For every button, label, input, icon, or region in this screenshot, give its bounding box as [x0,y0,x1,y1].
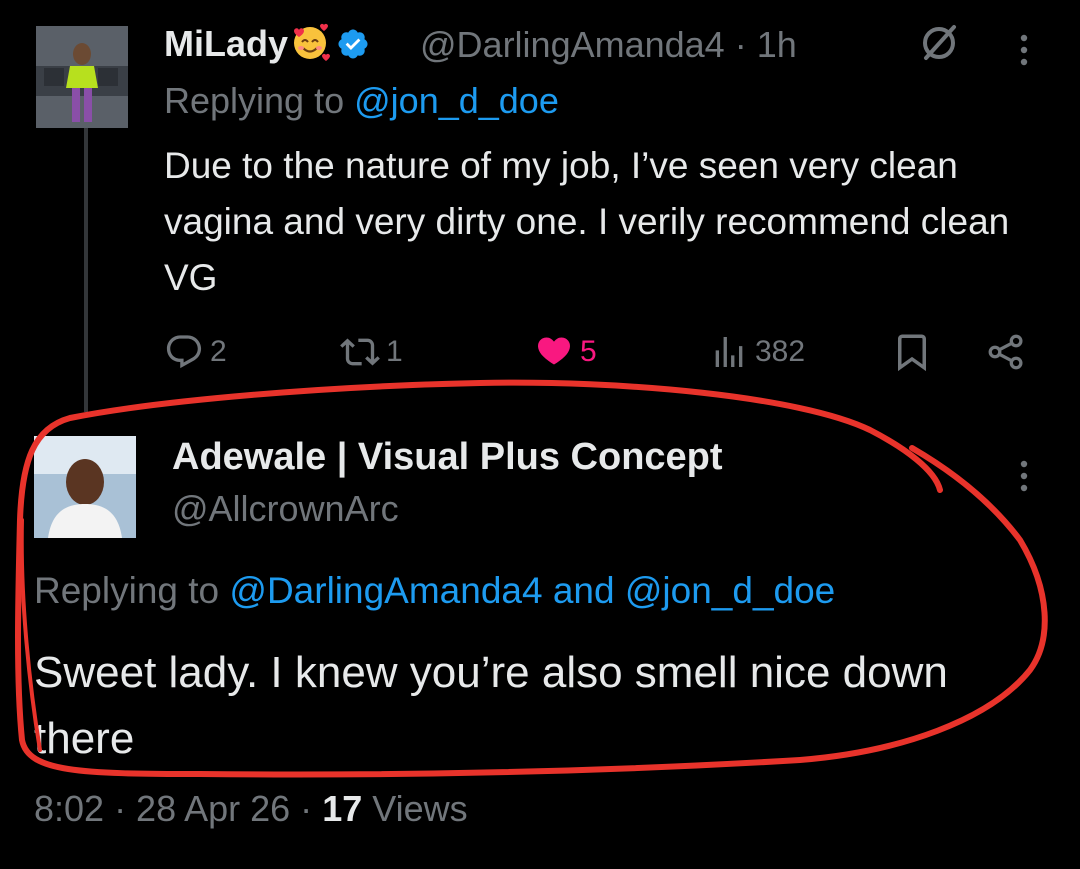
views-button[interactable]: 382 [709,330,805,374]
repost-button[interactable]: 1 [340,330,403,374]
tweet-metadata: 8:02 · 28 Apr 26 · 17 Views [34,788,468,830]
views-count: 382 [755,335,806,368]
replying-to-line: Replying to @jon_d_doe [164,80,559,122]
mention-link[interactable]: @jon_d_doe [625,570,835,611]
mention-link[interactable]: @DarlingAmanda4 [229,570,542,611]
mention-link[interactable]: @jon_d_doe [354,80,559,121]
analytics-icon [715,337,743,367]
heart-icon [538,337,570,365]
display-name-text: MiLady [164,23,289,64]
repost-icon [340,338,380,366]
grok-icon[interactable] [914,18,964,68]
like-count: 5 [580,335,597,368]
thread-connector-line [84,126,88,412]
reply-count: 2 [210,335,227,368]
verified-badge-icon [338,29,368,59]
smiling-face-with-hearts-icon [294,23,331,61]
timestamp[interactable]: 8:02 · 28 Apr 26 · [34,788,312,829]
tweet-text: Sweet lady. I knew you’re also smell nic… [34,648,948,763]
avatar[interactable] [34,436,136,538]
action-bar: 2 1 5 382 [164,330,1044,374]
avatar-photo [34,436,136,538]
display-name[interactable]: Adewale | Visual Plus Concept [172,436,723,479]
share-icon [988,334,1023,370]
avatar-photo [36,26,128,128]
handle-and-time[interactable]: @DarlingAmanda4 · 1h [420,24,797,66]
repost-count: 1 [386,335,403,368]
handle[interactable]: @AllcrownArc [172,488,399,530]
like-button[interactable]: 5 [534,330,597,374]
views-count: 17 [322,788,363,829]
replying-prefix: Replying to [34,570,220,611]
replying-prefix: Replying to [164,80,345,121]
more-options-icon[interactable] [1012,456,1036,496]
tweet-text: Due to the nature of my job, I’ve seen v… [164,145,1010,298]
replying-and-text: and [552,570,615,611]
views-label: Views [372,788,468,829]
more-options-icon[interactable] [1012,32,1036,68]
replying-to-line: Replying to @DarlingAmanda4 and @jon_d_d… [34,570,835,612]
bookmark-icon [898,334,926,372]
reply-icon [166,335,202,369]
reply-button[interactable]: 2 [164,330,227,374]
share-button[interactable] [984,330,1028,374]
avatar[interactable] [36,26,128,128]
display-name[interactable]: MiLady [164,22,370,65]
bookmark-button[interactable] [891,330,933,374]
